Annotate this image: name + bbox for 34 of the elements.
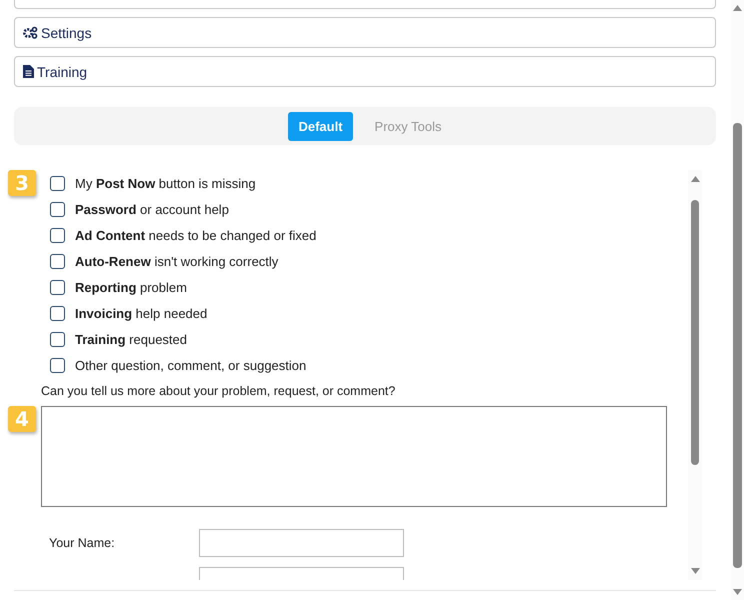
field-label: Your Name: — [49, 536, 116, 550]
checkbox-label: Reporting problem — [75, 280, 187, 294]
checkbox[interactable] — [50, 202, 65, 216]
checkbox[interactable] — [50, 228, 65, 242]
checkbox[interactable] — [50, 176, 65, 190]
checkbox-label: Invoicing help needed — [75, 306, 208, 320]
checkbox-label: Ad Content needs to be changed or fixed — [75, 228, 316, 242]
checkbox[interactable] — [50, 306, 65, 320]
scroll-down-icon[interactable] — [690, 568, 700, 574]
menu-item[interactable]: Training — [14, 56, 716, 87]
checkbox[interactable] — [50, 280, 65, 294]
step-badge: 3 — [8, 170, 36, 196]
scroll-up-icon[interactable] — [733, 5, 742, 11]
scroll-down-icon[interactable] — [733, 589, 742, 595]
checkbox-label: Auto-Renew isn't working correctly — [75, 254, 278, 268]
checkbox-label: Training requested — [75, 332, 187, 346]
checkbox[interactable] — [50, 358, 65, 372]
document-icon — [23, 65, 34, 78]
checkbox[interactable] — [50, 254, 65, 268]
name-input[interactable] — [199, 529, 404, 557]
page-scrollbar[interactable] — [731, 0, 744, 600]
scrollbar[interactable] — [688, 170, 702, 580]
details-prompt: Can you tell us more about your problem, request, or comment? — [41, 384, 396, 398]
checkbox-label: My Post Now button is missing — [75, 176, 256, 190]
checkbox-label: Other question, comment, or suggestion — [75, 358, 306, 372]
checkbox[interactable] — [50, 332, 65, 346]
details-text-area[interactable] — [41, 406, 667, 507]
gears-icon — [23, 26, 38, 39]
scroll-thumb[interactable] — [691, 200, 699, 465]
scroll-up-icon[interactable] — [690, 176, 700, 182]
checkbox-label: Password or account help — [75, 202, 229, 216]
scroll-thumb[interactable] — [733, 122, 742, 568]
step-badge: 4 — [8, 406, 36, 432]
menu-item[interactable]: Settings — [14, 17, 716, 48]
